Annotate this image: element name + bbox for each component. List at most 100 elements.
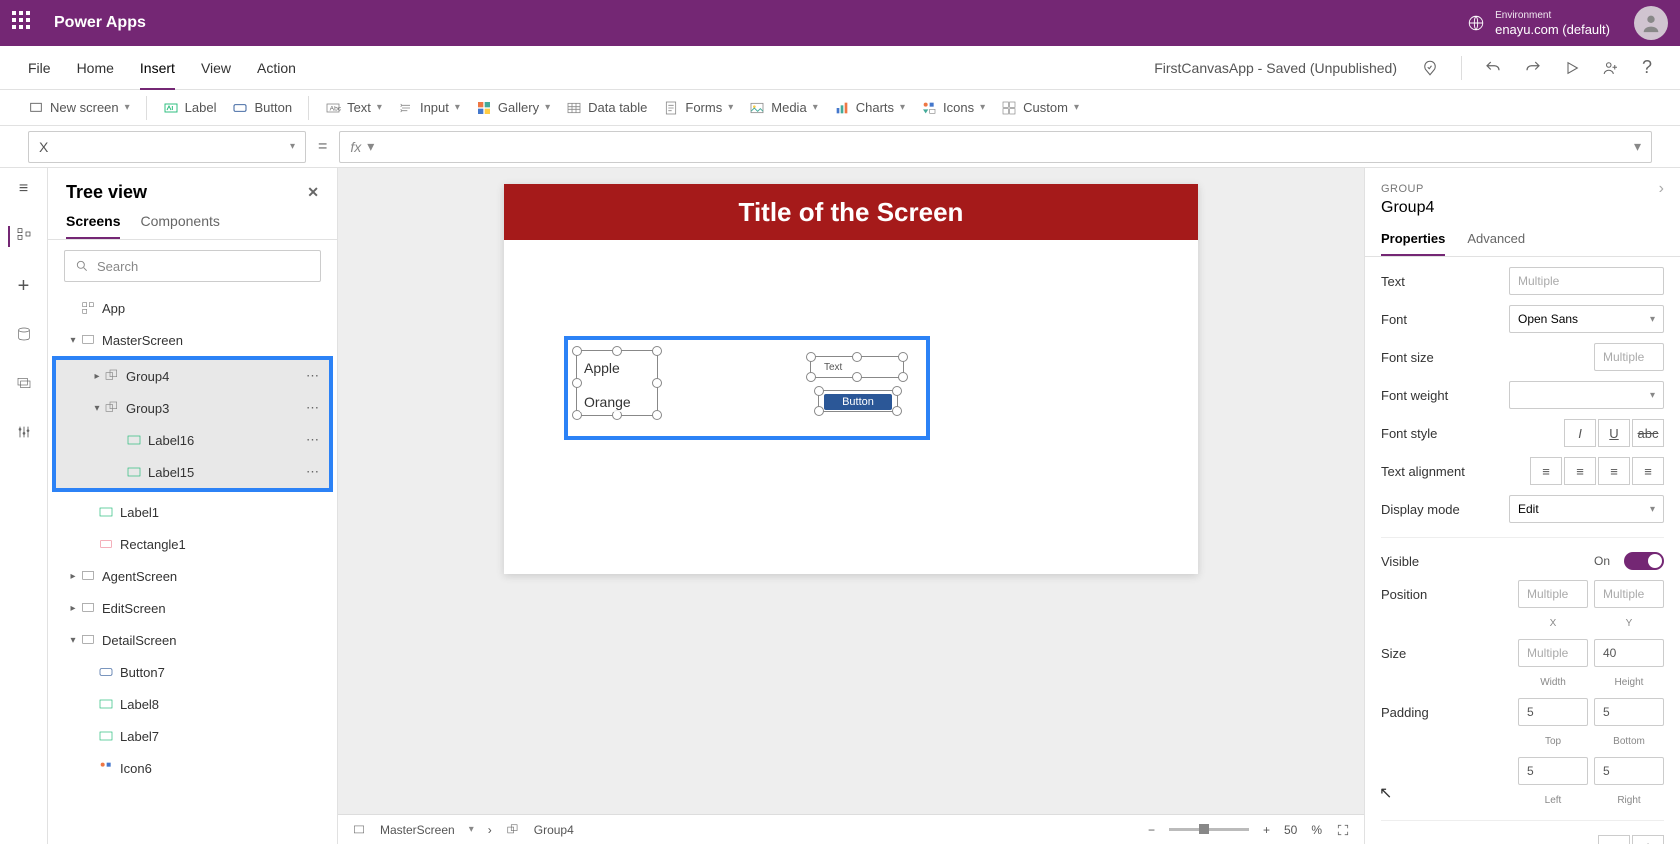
italic-button[interactable]: I <box>1564 419 1596 447</box>
environment-picker[interactable]: Environment enayu.com (default) <box>1467 9 1610 37</box>
more-icon[interactable]: ⋯ <box>306 368 319 384</box>
breadcrumb-selection[interactable]: Group4 <box>534 823 574 837</box>
prop-font-dropdown[interactable]: Open Sans▾ <box>1509 305 1664 333</box>
tab-properties[interactable]: Properties <box>1381 231 1445 256</box>
tree-item-group3[interactable]: ▾ Group3 ⋯ <box>56 392 329 424</box>
help-icon[interactable]: ? <box>1642 57 1652 78</box>
play-icon[interactable] <box>1564 60 1580 76</box>
canvas-label-orange[interactable]: Orange <box>580 392 635 412</box>
pos-x-input[interactable]: Multiple <box>1518 580 1588 608</box>
insert-button-button[interactable]: Button <box>232 100 292 116</box>
tree-close-icon[interactable]: ✕ <box>307 184 319 201</box>
tree-item-label8[interactable]: Label8 <box>48 688 337 720</box>
fill-color-button[interactable] <box>1632 835 1664 844</box>
tree-view-panel: Tree view ✕ Screens Components Search Ap… <box>48 168 338 844</box>
insert-input-dropdown[interactable]: Input▾ <box>398 100 460 116</box>
align-justify-button[interactable]: ≡ <box>1632 457 1664 485</box>
tree-item-label16[interactable]: Label16 ⋯ <box>56 424 329 456</box>
screen-icon <box>80 632 96 648</box>
tab-components[interactable]: Components <box>140 213 219 239</box>
formula-input[interactable]: fx ▾ ▾ <box>339 131 1652 163</box>
undo-icon[interactable] <box>1484 59 1502 77</box>
rail-add-icon[interactable]: + <box>18 275 30 298</box>
insert-datatable-button[interactable]: Data table <box>566 100 647 116</box>
menu-view[interactable]: View <box>201 60 231 76</box>
strike-button[interactable]: abc <box>1632 419 1664 447</box>
prop-displaymode-dropdown[interactable]: Edit▾ <box>1509 495 1664 523</box>
align-right-button[interactable]: ≡ <box>1598 457 1630 485</box>
zoom-slider[interactable] <box>1169 828 1249 831</box>
canvas-text-control[interactable]: Text <box>824 362 842 373</box>
align-left-button[interactable]: ≡ <box>1530 457 1562 485</box>
menu-home[interactable]: Home <box>77 60 114 76</box>
tree-item-masterscreen[interactable]: ▾ MasterScreen <box>48 324 337 356</box>
font-color-button[interactable]: A <box>1598 835 1630 844</box>
prop-fontweight-dropdown[interactable]: ▾ <box>1509 381 1664 409</box>
rail-data-icon[interactable] <box>16 326 32 347</box>
tab-screens[interactable]: Screens <box>66 213 120 239</box>
fit-icon[interactable] <box>1336 823 1350 837</box>
insert-icons-dropdown[interactable]: Icons▾ <box>921 100 985 116</box>
user-avatar[interactable] <box>1634 6 1668 40</box>
breadcrumb-screen[interactable]: MasterScreen <box>380 823 455 837</box>
tree-item-group4[interactable]: ▸ Group4 ⋯ <box>56 360 329 392</box>
tree-item-label15[interactable]: Label15 ⋯ <box>56 456 329 488</box>
tree-search-input[interactable]: Search <box>64 250 321 282</box>
property-dropdown[interactable]: X ▾ <box>28 131 306 163</box>
breadcrumb-separator: › <box>488 823 492 837</box>
insert-forms-dropdown[interactable]: Forms▾ <box>663 100 733 116</box>
rail-media-icon[interactable] <box>16 375 32 396</box>
tree-item-button7[interactable]: Button7 <box>48 656 337 688</box>
tree-item-label7[interactable]: Label7 <box>48 720 337 752</box>
selection-group[interactable]: Apple Orange Text Button <box>564 336 930 440</box>
insert-charts-dropdown[interactable]: Charts▾ <box>834 100 905 116</box>
insert-gallery-dropdown[interactable]: Gallery▾ <box>476 100 550 116</box>
pad-right-input[interactable]: 5 <box>1594 757 1664 785</box>
canvas-screen[interactable]: Title of the Screen Apple Orange Text <box>504 184 1198 574</box>
tree-item-detailscreen[interactable]: ▾ DetailScreen <box>48 624 337 656</box>
size-w-input[interactable]: Multiple <box>1518 639 1588 667</box>
canvas-area[interactable]: Title of the Screen Apple Orange Text <box>338 168 1364 844</box>
insert-custom-dropdown[interactable]: Custom▾ <box>1001 100 1079 116</box>
rail-tools-icon[interactable] <box>16 424 32 445</box>
expand-props-icon[interactable]: › <box>1659 180 1664 198</box>
rail-tree-icon[interactable] <box>8 226 32 247</box>
canvas-button-control[interactable]: Button <box>824 394 892 410</box>
more-icon[interactable]: ⋯ <box>306 400 319 416</box>
insert-text-dropdown[interactable]: Abc Text▾ <box>325 100 382 116</box>
new-screen-button[interactable]: New screen▾ <box>28 100 130 116</box>
tab-advanced[interactable]: Advanced <box>1467 231 1525 256</box>
tree-item-icon6[interactable]: Icon6 <box>48 752 337 784</box>
menu-insert[interactable]: Insert <box>140 60 175 90</box>
more-icon[interactable]: ⋯ <box>306 464 319 480</box>
underline-button[interactable]: U <box>1598 419 1630 447</box>
tree-item-label1[interactable]: Label1 <box>48 496 337 528</box>
menu-file[interactable]: File <box>28 60 51 76</box>
tree-item-app[interactable]: App <box>48 292 337 324</box>
menu-action[interactable]: Action <box>257 60 296 76</box>
prop-text-input[interactable]: Multiple <box>1509 267 1664 295</box>
zoom-out-button[interactable]: − <box>1148 823 1155 837</box>
zoom-in-button[interactable]: + <box>1263 823 1270 837</box>
tree-item-rectangle1[interactable]: Rectangle1 <box>48 528 337 560</box>
insert-media-dropdown[interactable]: Media▾ <box>749 100 817 116</box>
canvas-label-apple[interactable]: Apple <box>580 358 624 378</box>
pad-bottom-input[interactable]: 5 <box>1594 698 1664 726</box>
prop-fontsize-input[interactable]: Multiple <box>1594 343 1664 371</box>
tree-item-agentscreen[interactable]: ▸ AgentScreen <box>48 560 337 592</box>
size-h-input[interactable]: 40 <box>1594 639 1664 667</box>
more-icon[interactable]: ⋯ <box>306 432 319 448</box>
rail-hamburger-icon[interactable]: ≡ <box>19 180 28 198</box>
align-center-button[interactable]: ≡ <box>1564 457 1596 485</box>
screen-title-label[interactable]: Title of the Screen <box>504 184 1198 240</box>
pad-left-input[interactable]: 5 <box>1518 757 1588 785</box>
redo-icon[interactable] <box>1524 59 1542 77</box>
app-launcher-icon[interactable] <box>12 11 36 35</box>
insert-label-button[interactable]: Label <box>163 100 217 116</box>
pos-y-input[interactable]: Multiple <box>1594 580 1664 608</box>
share-icon[interactable] <box>1602 59 1620 77</box>
health-icon[interactable] <box>1421 59 1439 77</box>
pad-top-input[interactable]: 5 <box>1518 698 1588 726</box>
visible-toggle[interactable] <box>1624 552 1664 570</box>
tree-item-editscreen[interactable]: ▸ EditScreen <box>48 592 337 624</box>
